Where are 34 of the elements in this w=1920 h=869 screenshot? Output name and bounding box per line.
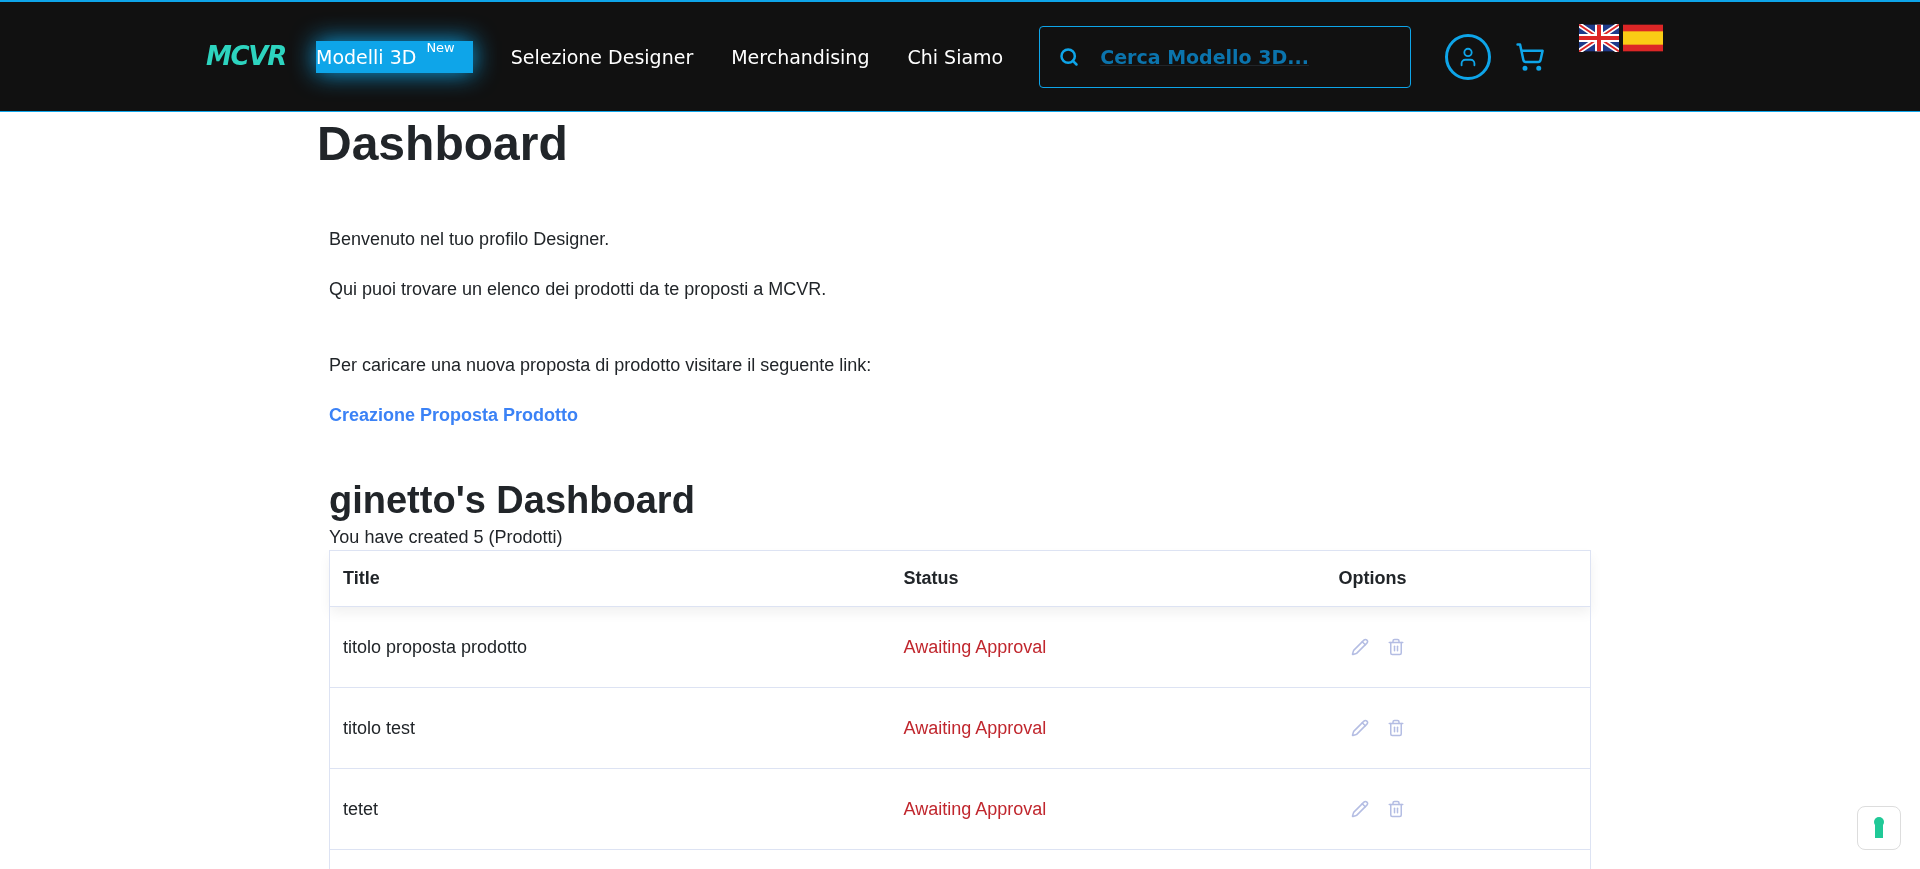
password-manager-button[interactable] bbox=[1857, 806, 1901, 850]
column-header: Title bbox=[329, 550, 891, 607]
dashboard-heading: ginetto's Dashboard bbox=[329, 478, 696, 523]
nav-link[interactable]: Chi Siamo bbox=[907, 44, 1004, 69]
edit-icon[interactable] bbox=[1350, 638, 1369, 656]
keyhole-icon bbox=[1872, 816, 1886, 840]
description-text: Qui puoi trovare un elenco dei prodotti da te proposti a MCVR. bbox=[329, 278, 828, 301]
uk-flag-icon[interactable] bbox=[1579, 24, 1620, 52]
create-proposal-link[interactable]: Creazione Proposta Prodotto bbox=[329, 402, 579, 428]
page-title: Dashboard bbox=[317, 116, 569, 172]
nav-link[interactable]: Merchandising bbox=[731, 44, 870, 69]
instruction-text: Per caricare una nuova proposta di prodotto visitare il seguente link: bbox=[329, 354, 873, 377]
table-cell: tetet bbox=[329, 768, 891, 850]
edit-icon[interactable] bbox=[1350, 719, 1369, 737]
delete-icon[interactable] bbox=[1386, 638, 1405, 656]
nav-link[interactable]: Selezione Designer bbox=[510, 44, 694, 69]
column-header: Status bbox=[890, 550, 1326, 607]
search-field[interactable]: Cerca Modello 3D... bbox=[1039, 25, 1412, 88]
status-cell: Awaiting Approval bbox=[890, 687, 1326, 769]
mcvr-logo[interactable]: MCVR bbox=[206, 37, 286, 76]
spain-flag-icon[interactable] bbox=[1623, 24, 1664, 52]
cart-icon[interactable] bbox=[1515, 41, 1546, 72]
delete-icon[interactable] bbox=[1386, 800, 1405, 818]
status-cell: Awaiting Approval bbox=[890, 768, 1326, 850]
edit-icon[interactable] bbox=[1350, 800, 1369, 818]
welcome-text: Benvenuto nel tuo profilo Designer. bbox=[329, 228, 611, 251]
table-cell: titolo proposta prodotto bbox=[329, 606, 891, 688]
search-icon bbox=[1059, 46, 1080, 67]
product-count-text: You have created 5 (Prodotti) bbox=[329, 526, 564, 549]
delete-icon[interactable] bbox=[1386, 719, 1405, 737]
table-cell: titolo test bbox=[329, 687, 891, 769]
column-header: Options bbox=[1325, 550, 1591, 607]
account-button[interactable] bbox=[1445, 33, 1492, 80]
status-cell: Awaiting Approval bbox=[890, 606, 1326, 688]
